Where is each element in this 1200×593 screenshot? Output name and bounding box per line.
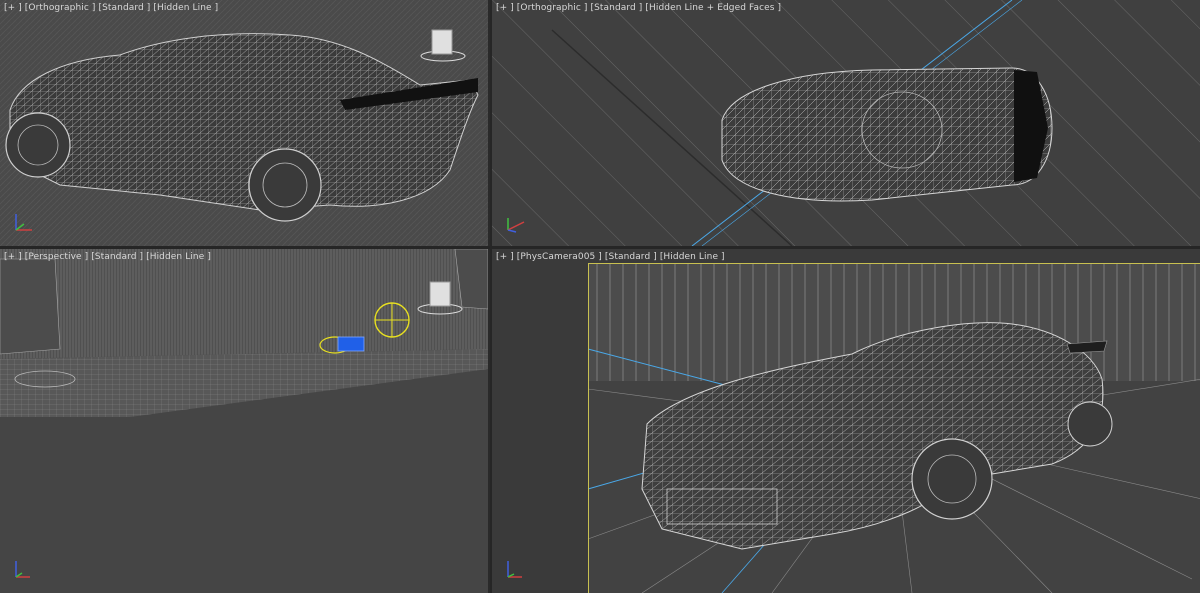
car-top-wireframe xyxy=(492,0,1200,246)
view-mode-menu[interactable]: [Orthographic ] xyxy=(517,3,588,13)
viewport-bottom-left[interactable]: [+ ] [Perspective ] [Standard ] [Hidden … xyxy=(0,249,488,593)
axis-gizmo-icon xyxy=(15,561,30,578)
viewport-menu-button[interactable]: [+ ] xyxy=(496,252,514,262)
viewport-menu-button[interactable]: [+ ] xyxy=(4,3,22,13)
car-rear-wireframe xyxy=(0,0,488,246)
shading-menu[interactable]: [Standard ] xyxy=(590,3,642,13)
view-mode-menu[interactable]: [Orthographic ] xyxy=(25,3,96,13)
display-style-menu[interactable]: [Hidden Line + Edged Faces ] xyxy=(645,3,781,13)
viewport-label: [+ ] [Orthographic ] [Standard ] [Hidden… xyxy=(4,3,218,13)
shading-menu[interactable]: [Standard ] xyxy=(98,3,150,13)
viewport-label: [+ ] [Orthographic ] [Standard ] [Hidden… xyxy=(496,3,781,13)
axis-gizmo-icon xyxy=(15,214,32,231)
viewport-label: [+ ] [PhysCamera005 ] [Standard ] [Hidde… xyxy=(496,252,725,262)
view-mode-menu[interactable]: [Perspective ] xyxy=(25,252,88,262)
viewport-top-right[interactable]: [+ ] [Orthographic ] [Standard ] [Hidden… xyxy=(490,0,1200,246)
axis-gizmo-icon xyxy=(507,218,525,233)
viewport-top-left[interactable]: [+ ] [Orthographic ] [Standard ] [Hidden… xyxy=(0,0,488,246)
display-style-menu[interactable]: [Hidden Line ] xyxy=(146,252,211,262)
shading-menu[interactable]: [Standard ] xyxy=(91,252,143,262)
viewport-bottom-right[interactable]: [+ ] [PhysCamera005 ] [Standard ] [Hidde… xyxy=(490,249,1200,593)
shading-menu[interactable]: [Standard ] xyxy=(605,252,657,262)
viewport-label: [+ ] [Perspective ] [Standard ] [Hidden … xyxy=(4,252,211,262)
studio-perspective-scene xyxy=(0,249,488,593)
display-style-menu[interactable]: [Hidden Line ] xyxy=(153,3,218,13)
viewport-menu-button[interactable]: [+ ] xyxy=(4,252,22,262)
axis-gizmo-icon xyxy=(507,561,522,578)
display-style-menu[interactable]: [Hidden Line ] xyxy=(660,252,725,262)
view-mode-menu[interactable]: [PhysCamera005 ] xyxy=(517,252,602,262)
camera-safe-frame xyxy=(588,263,1200,593)
viewport-menu-button[interactable]: [+ ] xyxy=(496,3,514,13)
